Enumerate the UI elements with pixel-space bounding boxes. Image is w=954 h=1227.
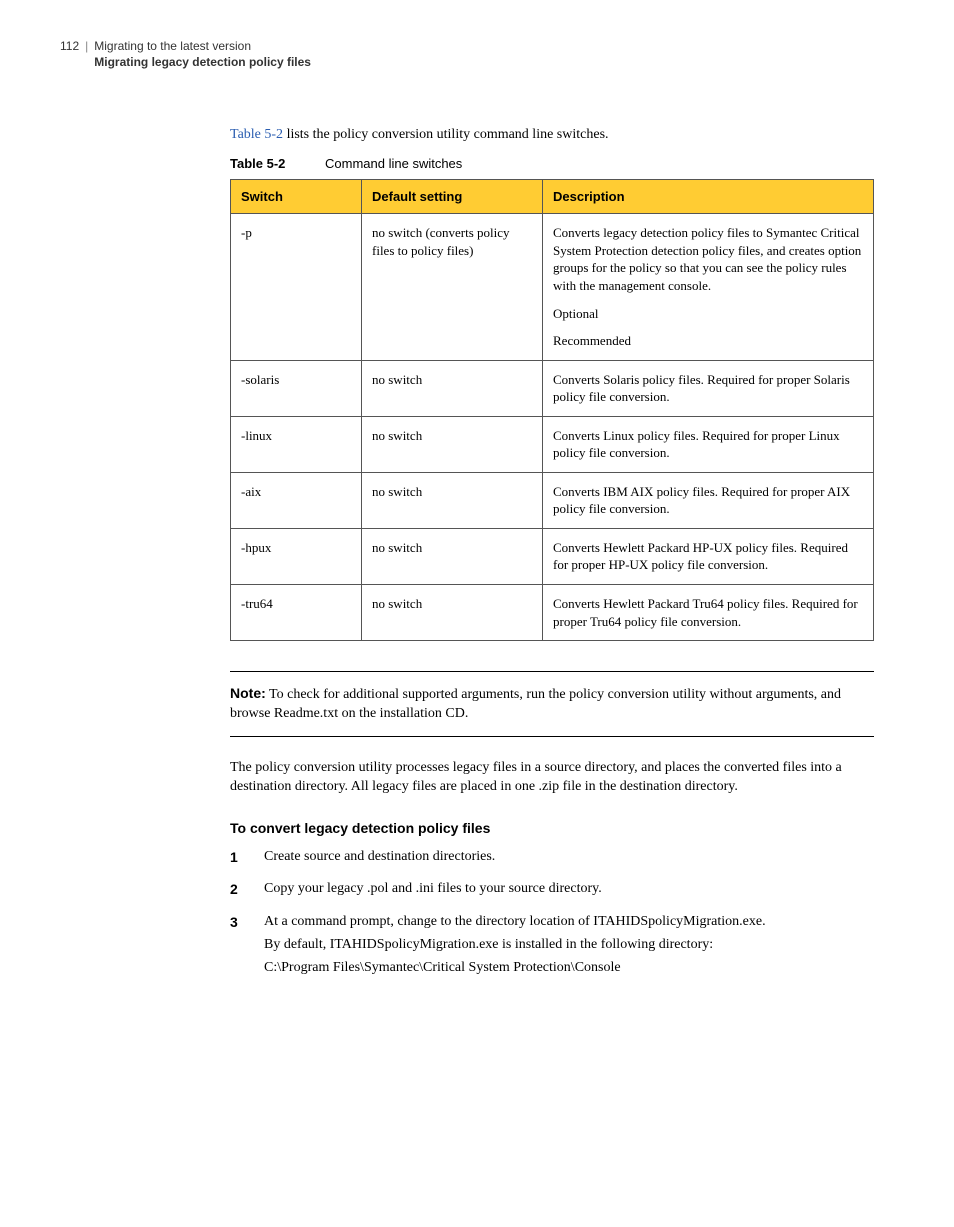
description-paragraph: Recommended: [553, 332, 863, 350]
step-number: 2: [230, 880, 246, 903]
step-item: 1 Create source and destination directori…: [230, 848, 874, 871]
table-row: -linuxno switch Converts Linux policy fil…: [231, 416, 874, 472]
cell-switch: -tru64: [231, 585, 362, 641]
cell-default: no switch: [362, 416, 543, 472]
cell-description: Converts Solaris policy files. Required …: [543, 360, 874, 416]
table-row: -hpuxno switch Converts Hewlett Packard H…: [231, 528, 874, 584]
procedure-heading: To convert legacy detection policy files: [230, 819, 874, 838]
intro-text: lists the policy conversion utility comm…: [283, 127, 608, 142]
cell-switch: -solaris: [231, 360, 362, 416]
step-text: At a command prompt, change to the direc…: [264, 913, 874, 982]
col-header-description: Description: [543, 179, 874, 214]
cell-description: Converts IBM AIX policy files. Required …: [543, 472, 874, 528]
note-label: Note:: [230, 685, 266, 701]
table-label: Table 5-2: [230, 156, 285, 171]
description-paragraph: Converts Hewlett Packard HP-UX policy fi…: [553, 539, 863, 574]
cell-default: no switch: [362, 585, 543, 641]
note-box: Note: To check for additional supported …: [230, 671, 874, 737]
cell-switch: -linux: [231, 416, 362, 472]
step-line: Create source and destination directorie…: [264, 848, 874, 867]
page-number: 112: [60, 38, 79, 70]
header-section: Migrating legacy detection policy files: [94, 54, 311, 70]
intro-paragraph: Table 5-2 lists the policy conversion ut…: [230, 126, 874, 145]
step-number: 1: [230, 848, 246, 871]
cell-switch: -p: [231, 214, 362, 360]
procedure-steps: 1 Create source and destination directori…: [230, 848, 874, 982]
description-paragraph: Optional: [553, 305, 863, 323]
cell-default: no switch: [362, 360, 543, 416]
step-text: Copy your legacy .pol and .ini files to …: [264, 880, 874, 903]
body-paragraph: The policy conversion utility processes …: [230, 759, 874, 797]
step-text: Create source and destination directorie…: [264, 848, 874, 871]
cell-switch: -aix: [231, 472, 362, 528]
col-header-default: Default setting: [362, 179, 543, 214]
description-paragraph: Converts Linux policy files. Required fo…: [553, 427, 863, 462]
step-item: 3 At a command prompt, change to the dire…: [230, 913, 874, 982]
description-paragraph: Converts legacy detection policy files t…: [553, 224, 863, 294]
cell-default: no switch: [362, 472, 543, 528]
table-row: -solarisno switch Converts Solaris policy…: [231, 360, 874, 416]
step-line: By default, ITAHIDSpolicyMigration.exe i…: [264, 936, 874, 955]
step-item: 2 Copy your legacy .pol and .ini files to…: [230, 880, 874, 903]
table-title: Command line switches: [325, 156, 462, 171]
cell-switch: -hpux: [231, 528, 362, 584]
step-line: C:\Program Files\Symantec\Critical Syste…: [264, 959, 874, 978]
step-number: 3: [230, 913, 246, 982]
cell-default: no switch: [362, 528, 543, 584]
table-reference-link[interactable]: Table 5-2: [230, 127, 283, 142]
table-caption: Table 5-2 Command line switches: [230, 155, 874, 173]
cell-description: Converts Linux policy files. Required fo…: [543, 416, 874, 472]
description-paragraph: Converts Hewlett Packard Tru64 policy fi…: [553, 595, 863, 630]
cell-description: Converts Hewlett Packard HP-UX policy fi…: [543, 528, 874, 584]
cell-description: Converts legacy detection policy files t…: [543, 214, 874, 360]
table-row: -pno switch (converts policy files to po…: [231, 214, 874, 360]
switches-table: Switch Default setting Description -pno …: [230, 179, 874, 641]
cell-description: Converts Hewlett Packard Tru64 policy fi…: [543, 585, 874, 641]
header-chapter: Migrating to the latest version: [94, 38, 311, 54]
cell-default: no switch (converts policy files to poli…: [362, 214, 543, 360]
divider: |: [85, 38, 88, 70]
description-paragraph: Converts Solaris policy files. Required …: [553, 371, 863, 406]
table-row: -aixno switch Converts IBM AIX policy fil…: [231, 472, 874, 528]
running-header: 112 | Migrating to the latest version Mi…: [60, 38, 894, 70]
col-header-switch: Switch: [231, 179, 362, 214]
note-text: To check for additional supported argume…: [230, 687, 841, 721]
step-line: At a command prompt, change to the direc…: [264, 913, 874, 932]
step-line: Copy your legacy .pol and .ini files to …: [264, 880, 874, 899]
description-paragraph: Converts IBM AIX policy files. Required …: [553, 483, 863, 518]
table-row: -tru64no switch Converts Hewlett Packard …: [231, 585, 874, 641]
